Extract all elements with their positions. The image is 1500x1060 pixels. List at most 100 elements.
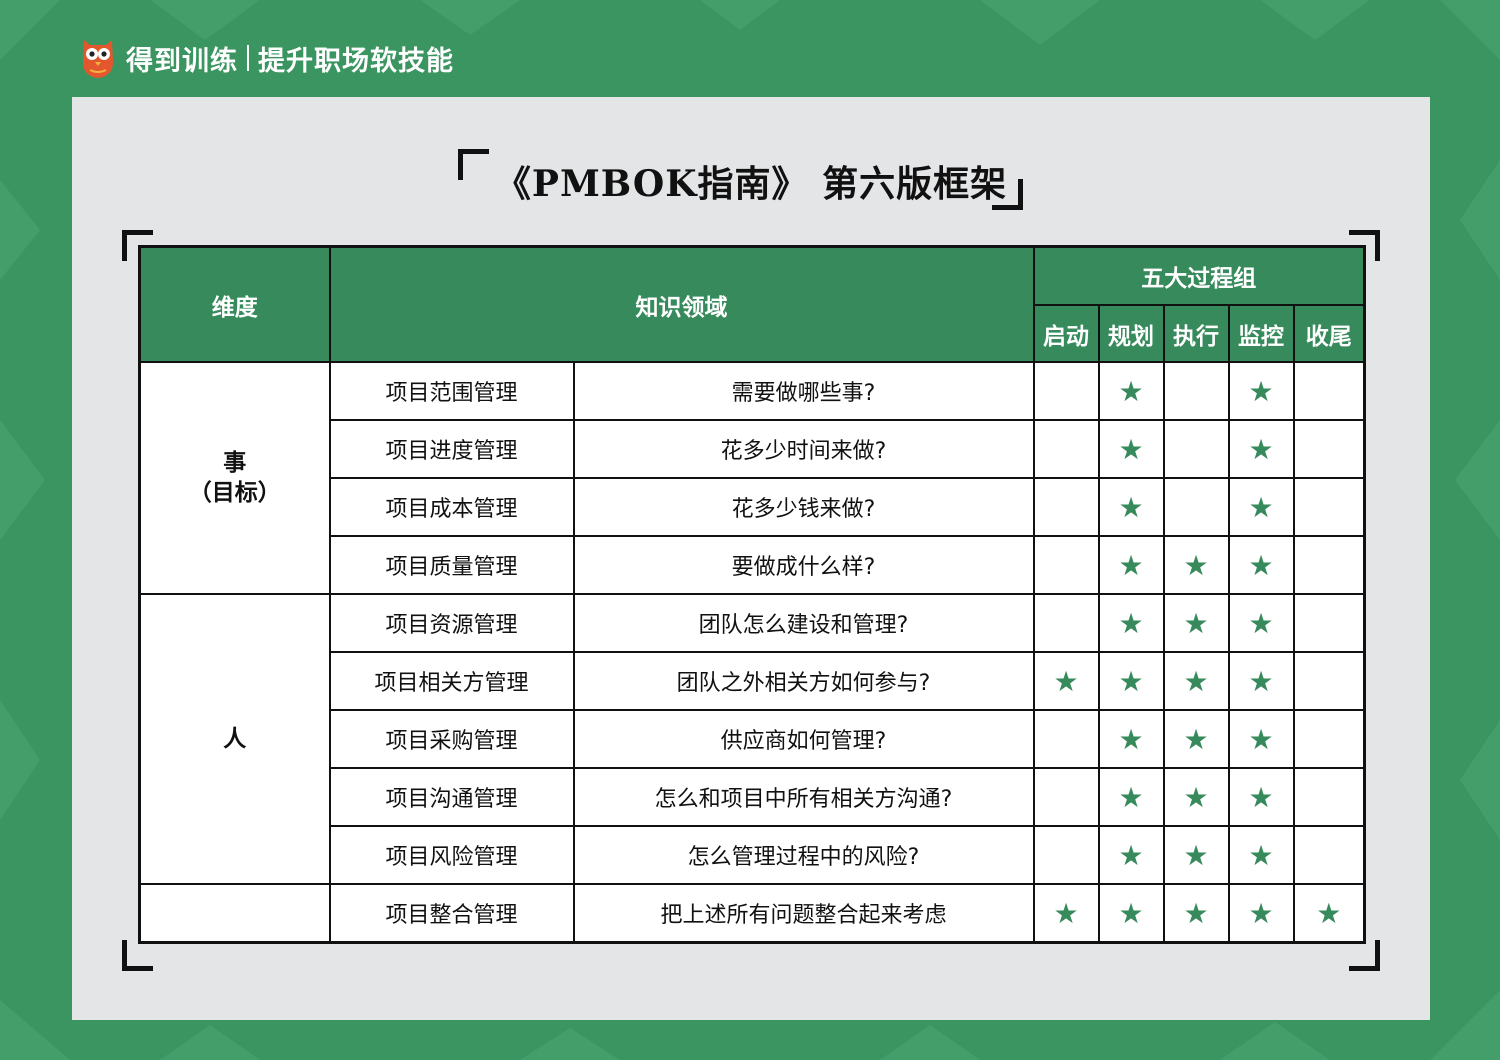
star-icon: ★ [1227, 883, 1295, 944]
key-question-cell: 花多少时间来做? [572, 419, 1035, 479]
key-question-cell: 团队之外相关方如何参与? [572, 651, 1035, 711]
star-icon: ★ [1227, 535, 1295, 595]
empty-process-cell [1162, 477, 1230, 537]
dimension-label: 人 [223, 726, 247, 752]
star-icon: ★ [1162, 767, 1230, 827]
empty-process-cell [1292, 825, 1366, 885]
owl-logo-icon [83, 40, 113, 78]
key-question-cell: 团队怎么建设和管理? [572, 593, 1035, 653]
dimension-label: 事 [223, 450, 247, 476]
star-icon: ★ [1097, 361, 1165, 421]
empty-process-cell [1292, 361, 1366, 421]
star-icon: ★ [1227, 825, 1295, 885]
page-title: 《PMBOK指南》 第六版框架 [494, 163, 1008, 205]
empty-process-cell [1032, 767, 1100, 827]
brand-divider [247, 45, 249, 71]
content-panel: 《PMBOK指南》 第六版框架 维度 知识领域 五大过程组 启动 规划 执行 监… [72, 97, 1430, 1020]
knowledge-area-cell: 项目范围管理 [328, 361, 575, 421]
table-row: 项目整合管理 把上述所有问题整合起来考虑 ★ ★ ★ ★ ★ [138, 883, 1366, 944]
star-icon: ★ [1227, 477, 1295, 537]
star-icon: ★ [1097, 535, 1165, 595]
empty-process-cell [1032, 825, 1100, 885]
key-question-cell: 要做成什么样? [572, 535, 1035, 595]
header-process-planning: 规划 [1097, 304, 1165, 363]
star-icon: ★ [1032, 651, 1100, 711]
empty-process-cell [1292, 709, 1366, 769]
star-icon: ★ [1162, 593, 1230, 653]
brand-slogan: 提升职场软技能 [258, 45, 454, 77]
title-close-bracket [992, 179, 1023, 210]
empty-process-cell [1292, 651, 1366, 711]
pmbok-framework-table: 维度 知识领域 五大过程组 启动 规划 执行 监控 收尾 事 （目标） 项目范围管理… [138, 245, 1366, 944]
star-icon: ★ [1227, 593, 1295, 653]
knowledge-area-cell: 项目资源管理 [328, 593, 575, 653]
empty-process-cell [1032, 709, 1100, 769]
knowledge-area-cell: 项目质量管理 [328, 535, 575, 595]
star-icon: ★ [1097, 419, 1165, 479]
key-question-cell: 需要做哪些事? [572, 361, 1035, 421]
empty-process-cell [1032, 361, 1100, 421]
empty-process-cell [1032, 535, 1100, 595]
star-icon: ★ [1227, 767, 1295, 827]
frame-corner-bottom-right [1349, 940, 1380, 971]
header-process-monitoring: 监控 [1227, 304, 1295, 363]
dimension-cell: 事 （目标） [138, 361, 331, 595]
header-process-initiating: 启动 [1032, 304, 1100, 363]
star-icon: ★ [1032, 883, 1100, 944]
star-icon: ★ [1097, 709, 1165, 769]
star-icon: ★ [1097, 883, 1165, 944]
header-process-closing: 收尾 [1292, 304, 1366, 363]
header-dimension: 维度 [138, 245, 331, 363]
star-icon: ★ [1227, 361, 1295, 421]
key-question-cell: 把上述所有问题整合起来考虑 [572, 883, 1035, 944]
header-knowledge-area: 知识领域 [328, 245, 1035, 363]
brand-header: 得到训练 提升职场软技能 [80, 36, 454, 80]
star-icon: ★ [1162, 709, 1230, 769]
star-icon: ★ [1097, 477, 1165, 537]
knowledge-area-cell: 项目相关方管理 [328, 651, 575, 711]
knowledge-area-cell: 项目采购管理 [328, 709, 575, 769]
knowledge-area-cell: 项目风险管理 [328, 825, 575, 885]
star-icon: ★ [1227, 419, 1295, 479]
knowledge-area-cell: 项目成本管理 [328, 477, 575, 537]
table-row: 事（目标） 项目范围管理 需要做哪些事? ★ ★ [138, 361, 1366, 595]
header-process-executing: 执行 [1162, 304, 1230, 363]
star-icon: ★ [1097, 825, 1165, 885]
key-question-cell: 花多少钱来做? [572, 477, 1035, 537]
empty-process-cell [1292, 477, 1366, 537]
title-area: 《PMBOK指南》 第六版框架 [72, 145, 1430, 215]
key-question-cell: 怎么管理过程中的风险? [572, 825, 1035, 885]
key-question-cell: 供应商如何管理? [572, 709, 1035, 769]
empty-process-cell [1162, 419, 1230, 479]
star-icon: ★ [1227, 651, 1295, 711]
brand-name: 得到训练 [126, 45, 238, 77]
star-icon: ★ [1227, 709, 1295, 769]
dimension-sublabel: （目标） [188, 480, 281, 506]
dimension-cell [138, 883, 331, 944]
key-question-cell: 怎么和项目中所有相关方沟通? [572, 767, 1035, 827]
empty-process-cell [1292, 593, 1366, 653]
table-row: 人项目资源管理 团队怎么建设和管理? ★ ★ ★ [138, 593, 1366, 885]
knowledge-area-cell: 项目沟通管理 [328, 767, 575, 827]
empty-process-cell [1032, 593, 1100, 653]
knowledge-area-cell: 项目整合管理 [328, 883, 575, 944]
star-icon: ★ [1097, 767, 1165, 827]
star-icon: ★ [1162, 535, 1230, 595]
star-icon: ★ [1162, 651, 1230, 711]
empty-process-cell [1032, 477, 1100, 537]
empty-process-cell [1162, 361, 1230, 421]
empty-process-cell [1032, 419, 1100, 479]
star-icon: ★ [1097, 651, 1165, 711]
star-icon: ★ [1162, 825, 1230, 885]
dimension-cell: 人 [138, 593, 331, 885]
table-body: 事（目标） 项目范围管理 需要做哪些事? ★ ★ 项目进度管理 花多少时间来做? ★ ★ 项目成本… [138, 361, 1366, 944]
empty-process-cell [1292, 535, 1366, 595]
star-icon: ★ [1162, 883, 1230, 944]
star-icon: ★ [1292, 883, 1366, 944]
header-process-groups: 五大过程组 [1032, 245, 1366, 306]
star-icon: ★ [1097, 593, 1165, 653]
empty-process-cell [1292, 419, 1366, 479]
knowledge-area-cell: 项目进度管理 [328, 419, 575, 479]
empty-process-cell [1292, 767, 1366, 827]
frame-corner-bottom-left [122, 940, 153, 971]
